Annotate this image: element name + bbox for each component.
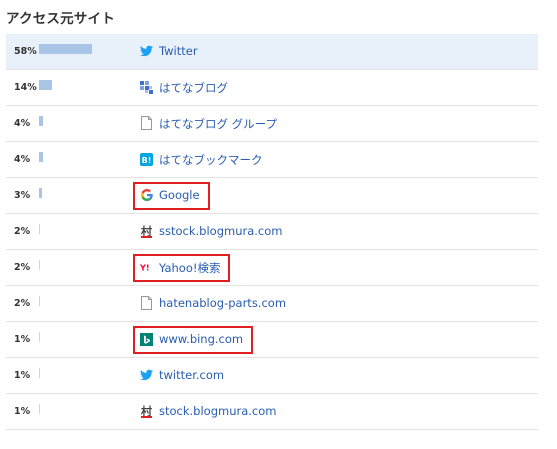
svg-text:村: 村: [141, 224, 152, 238]
percentage-bar: [39, 368, 40, 378]
section-title: アクセス元サイト: [6, 11, 115, 27]
percentage-bar: [39, 260, 40, 270]
percentage-label: 4%: [14, 154, 31, 165]
table-row: 2% Y! Yahoo!検索: [6, 250, 538, 286]
referrer-link[interactable]: twitter.com: [159, 368, 224, 382]
percentage-label: 14%: [14, 82, 37, 93]
table-row: 14% はてなブログ: [6, 70, 538, 106]
referrer-link[interactable]: はてなブログ: [159, 80, 228, 96]
percentage-bar: [39, 116, 43, 126]
percentage-bar: [39, 80, 52, 90]
table-row: 58% Twitter: [6, 34, 538, 70]
referrer-link[interactable]: はてなブログ グループ: [159, 116, 277, 132]
table-row: 1% www.bing.com: [6, 322, 538, 358]
referrer-link[interactable]: Twitter: [159, 44, 198, 58]
referrer-link[interactable]: stock.blogmura.com: [159, 404, 277, 418]
percentage-bar: [39, 188, 42, 198]
table-row: 3% Google: [6, 178, 538, 214]
referrer-link[interactable]: sstock.blogmura.com: [159, 224, 282, 238]
svg-text:B!: B!: [142, 156, 152, 165]
table-row: 4% はてなブログ グループ: [6, 106, 538, 142]
percentage-label: 1%: [14, 370, 31, 381]
table-row: 4% B! はてなブックマーク: [6, 142, 538, 178]
table-row: 2% hatenablog-parts.com: [6, 286, 538, 322]
blogmura-icon: 村: [140, 404, 153, 418]
percentage-bar: [39, 152, 43, 162]
referrer-link[interactable]: hatenablog-parts.com: [159, 296, 286, 310]
percentage-label: 2%: [14, 298, 31, 309]
percentage-label: 1%: [14, 334, 31, 345]
percentage-bar: [39, 332, 40, 342]
referrer-table: 58% Twitter 14% はてなブログ 4% はてなブログ グループ 4% B! はてなブ…: [6, 34, 538, 430]
svg-text:村: 村: [141, 404, 152, 418]
table-row: 1% 村 stock.blogmura.com: [6, 394, 538, 430]
percentage-bar: [39, 44, 93, 54]
percentage-label: 2%: [14, 226, 31, 237]
percentage-bar: [39, 404, 40, 414]
hatena-blog-icon: [140, 80, 153, 94]
table-row: 2% 村 sstock.blogmura.com: [6, 214, 538, 250]
percentage-label: 1%: [14, 406, 31, 417]
annotation-highlight-box: [133, 254, 231, 282]
referrer-link[interactable]: はてなブックマーク: [159, 152, 263, 168]
hatena-bookmark-icon: B!: [140, 152, 153, 166]
twitter-icon: [140, 44, 153, 58]
annotation-highlight-box: [133, 326, 254, 354]
table-row: 1% twitter.com: [6, 358, 538, 394]
document-icon: [140, 116, 153, 130]
percentage-label: 58%: [14, 46, 37, 57]
percentage-label: 4%: [14, 118, 31, 129]
annotation-highlight-box: [133, 182, 210, 210]
percentage-bar: [39, 296, 40, 306]
twitter-icon: [140, 368, 153, 382]
blogmura-icon: 村: [140, 224, 153, 238]
document-icon: [140, 296, 153, 310]
percentage-bar: [39, 224, 40, 234]
percentage-label: 3%: [14, 190, 31, 201]
percentage-label: 2%: [14, 262, 31, 273]
